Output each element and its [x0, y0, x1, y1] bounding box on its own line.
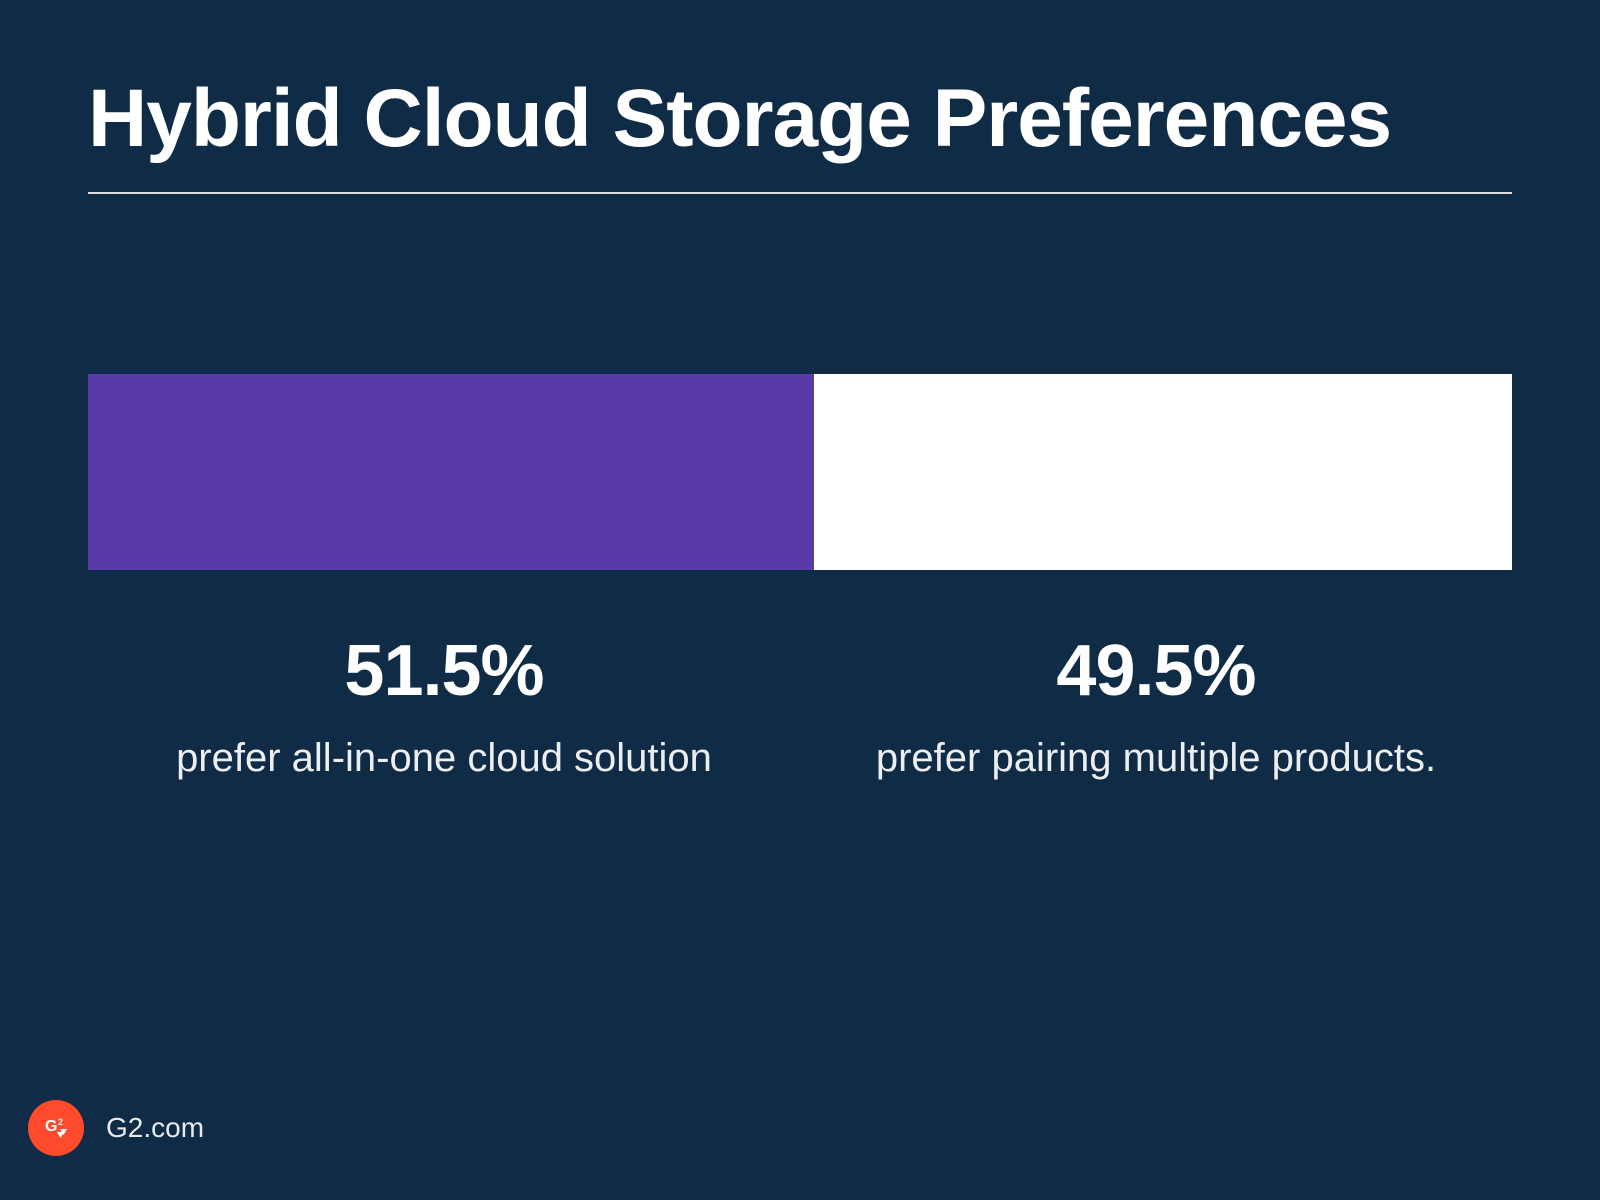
label-col-right: 49.5% prefer pairing multiple products. [800, 630, 1512, 781]
footer: G 2 G2.com [28, 1100, 204, 1156]
svg-text:G: G [45, 1118, 57, 1135]
pct-right: 49.5% [800, 630, 1512, 712]
label-col-left: 51.5% prefer all-in-one cloud solution [88, 630, 800, 781]
title-divider [88, 192, 1512, 194]
chart-area: 51.5% prefer all-in-one cloud solution 4… [88, 374, 1512, 781]
g2-logo-icon: G 2 [28, 1100, 84, 1156]
desc-right: prefer pairing multiple products. [800, 736, 1512, 781]
stacked-bar [88, 374, 1512, 570]
bar-segment-all-in-one [88, 374, 814, 570]
footer-source: G2.com [106, 1112, 204, 1144]
svg-text:2: 2 [58, 1117, 63, 1127]
labels-row: 51.5% prefer all-in-one cloud solution 4… [88, 630, 1512, 781]
desc-left: prefer all-in-one cloud solution [88, 736, 800, 781]
bar-segment-multiple-products [814, 374, 1512, 570]
pct-left: 51.5% [88, 630, 800, 712]
chart-title: Hybrid Cloud Storage Preferences [0, 0, 1600, 192]
